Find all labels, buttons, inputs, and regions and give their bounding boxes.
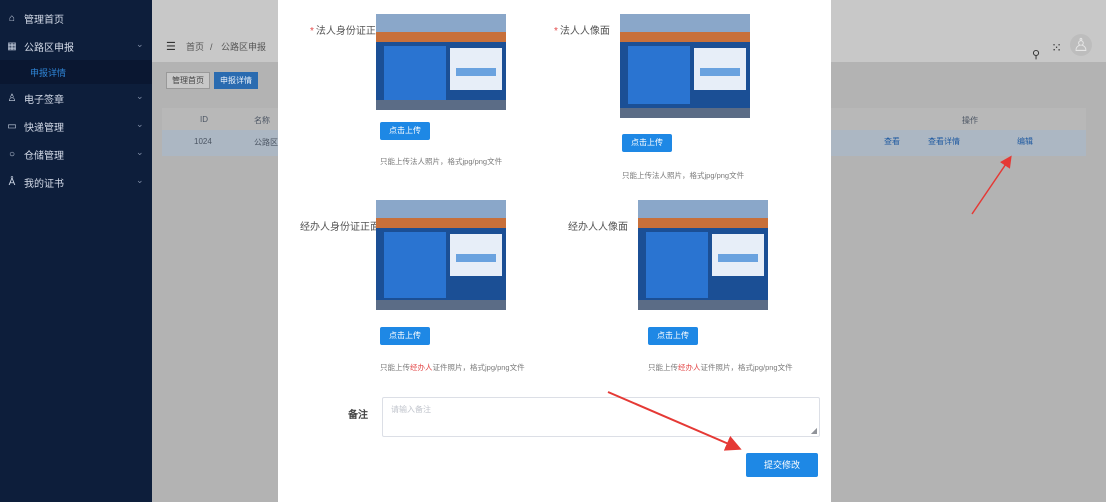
arrow-to-edit <box>971 155 1012 215</box>
annotation-arrows <box>607 155 1012 451</box>
arrow-to-submit <box>607 391 742 451</box>
